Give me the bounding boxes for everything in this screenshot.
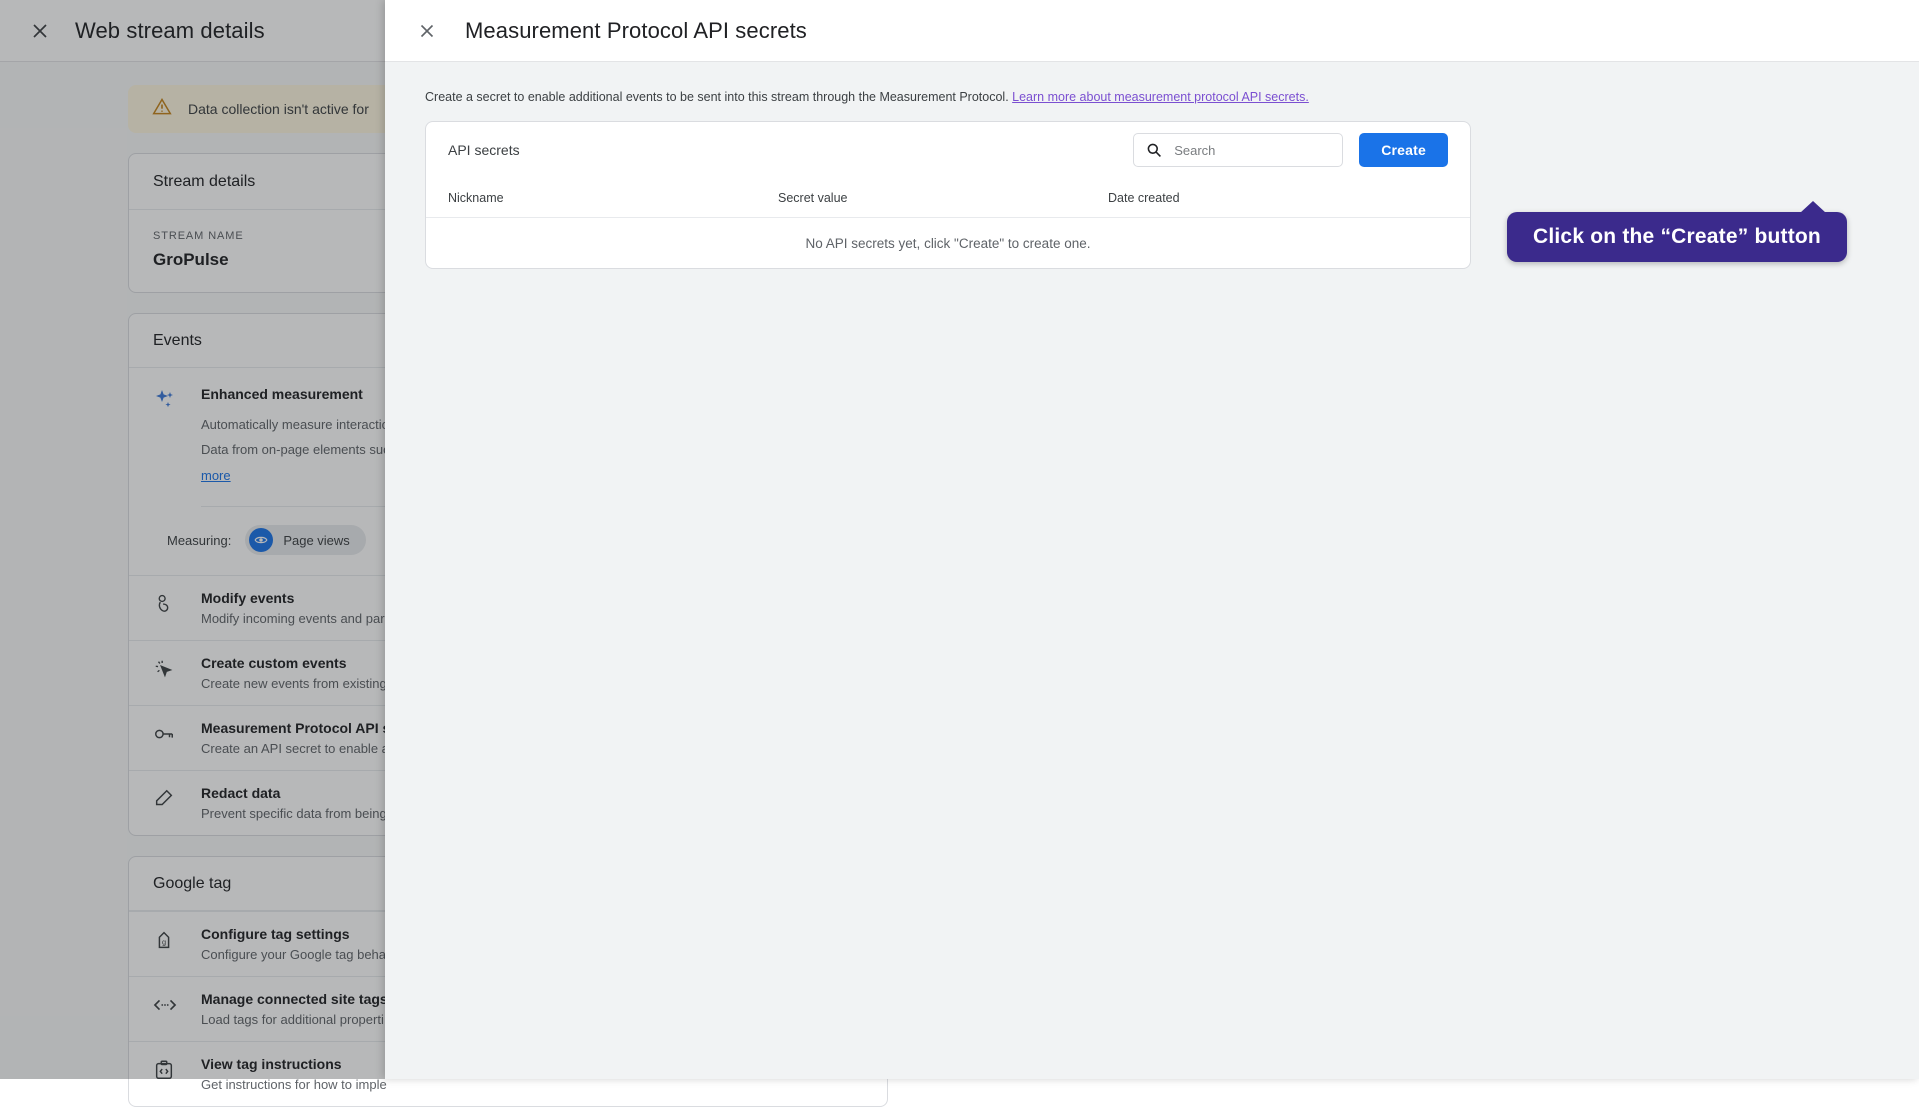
api-secrets-panel-header: API secrets Create <box>426 122 1470 178</box>
create-button[interactable]: Create <box>1359 133 1448 167</box>
learn-more-link[interactable]: Learn more about measurement protocol AP… <box>1012 90 1309 104</box>
tooltip-arrow-icon <box>1800 201 1826 213</box>
search-icon <box>1146 142 1162 158</box>
api-secrets-title: API secrets <box>448 142 520 158</box>
modal-description: Create a secret to enable additional eve… <box>425 90 1879 104</box>
search-input[interactable] <box>1174 143 1330 158</box>
measurement-protocol-api-secrets-modal: Measurement Protocol API secrets Create … <box>385 0 1919 1079</box>
panel-header-actions: Create <box>1133 133 1448 167</box>
modal-title: Measurement Protocol API secrets <box>465 18 807 44</box>
column-header-nickname: Nickname <box>448 191 778 205</box>
modal-header: Measurement Protocol API secrets <box>385 0 1919 62</box>
close-icon[interactable] <box>413 17 441 45</box>
search-box[interactable] <box>1133 133 1343 167</box>
api-secrets-table-header: Nickname Secret value Date created <box>426 178 1470 218</box>
modal-description-text: Create a secret to enable additional eve… <box>425 90 1012 104</box>
api-secrets-empty-state: No API secrets yet, click "Create" to cr… <box>426 218 1470 268</box>
tooltip-text: Click on the “Create” button <box>1533 225 1821 248</box>
list-item-subtitle: Get instructions for how to imple <box>201 1077 387 1092</box>
create-button-tooltip: Click on the “Create” button <box>1507 212 1847 262</box>
column-header-date-created: Date created <box>1108 191 1308 205</box>
api-secrets-panel: API secrets Create Nickn <box>425 121 1471 269</box>
column-header-secret-value: Secret value <box>778 191 1108 205</box>
modal-body: Create a secret to enable additional eve… <box>385 62 1919 269</box>
